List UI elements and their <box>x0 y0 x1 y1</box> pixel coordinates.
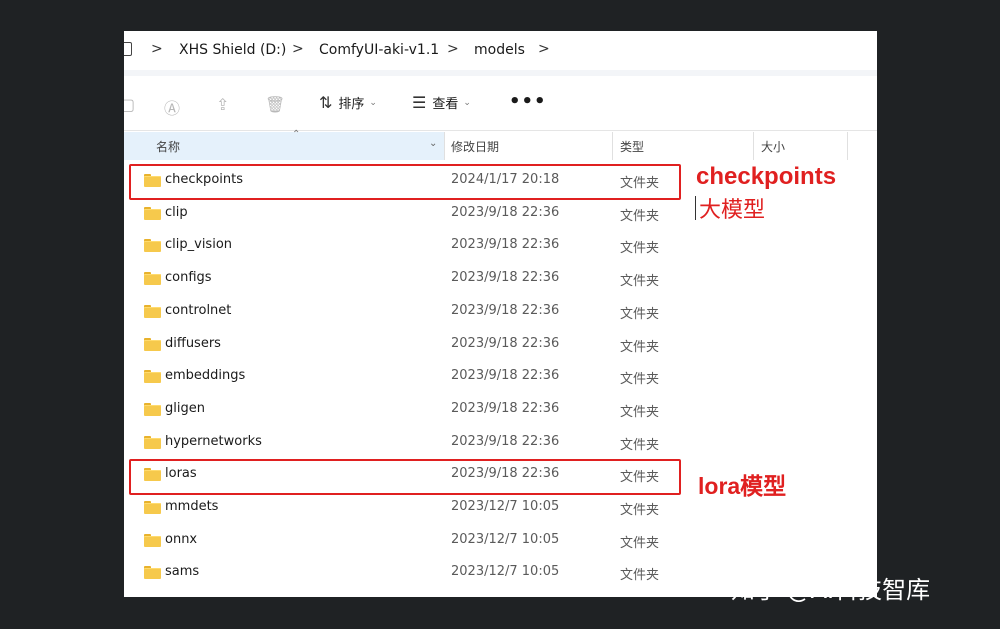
checkpoints-annotation: checkpoints <box>696 163 837 190</box>
folder-icon <box>144 272 161 286</box>
delete-icon[interactable]: 🗑 <box>265 95 285 114</box>
file-date: 2023/9/18 22:36 <box>451 433 560 449</box>
column-divider[interactable] <box>847 132 848 160</box>
file-type: 文件夹 <box>620 274 660 290</box>
column-size-label: 大小 <box>761 139 786 154</box>
folder-icon <box>144 370 161 384</box>
column-name-label: 名称 <box>156 139 181 154</box>
column-divider[interactable] <box>753 132 754 160</box>
command-bar <box>124 76 877 131</box>
checkpoints-annotation-sub: 大模型 <box>699 198 766 223</box>
file-date: 2023/12/7 10:05 <box>451 499 560 514</box>
sort-button[interactable]: ⇅ 排序 ⌄ <box>319 93 377 112</box>
address-bar[interactable]: > XHS Shield (D:) > ComfyUI-aki-v1.1 > m… <box>124 31 877 75</box>
file-explorer-window: > XHS Shield (D:) > ComfyUI-aki-v1.1 > m… <box>124 31 877 597</box>
chevron-down-icon: ⌄ <box>463 97 471 108</box>
file-date: 2023/9/18 22:36 <box>451 302 560 318</box>
folder-icon <box>144 304 161 318</box>
folder-icon <box>144 533 161 547</box>
file-row-hypernetworks[interactable]: hypernetworks 2023/9/18 22:36 文件夹 <box>124 426 877 458</box>
file-row-embeddings[interactable]: embeddings 2023/9/18 22:36 文件夹 <box>124 360 877 392</box>
file-date: 2023/9/18 22:36 <box>451 368 560 384</box>
file-type: 文件夹 <box>620 535 660 551</box>
folder-icon <box>144 566 161 580</box>
file-name: configs <box>165 270 212 286</box>
chevron-right-icon[interactable]: > <box>292 41 304 57</box>
folder-icon <box>144 239 161 253</box>
file-type: 文件夹 <box>620 404 660 420</box>
folder-icon <box>144 402 161 416</box>
column-header-row: 名称 ⌃ ⌄ 修改日期 类型 大小 <box>124 129 877 160</box>
view-label: 查看 <box>432 97 459 112</box>
column-header-date[interactable]: 修改日期 <box>451 132 499 160</box>
file-name: sams <box>165 564 200 580</box>
file-row-clip-vision[interactable]: clip_vision 2023/9/18 22:36 文件夹 <box>124 229 877 261</box>
file-date: 2023/9/18 22:36 <box>451 335 560 351</box>
loras-highlight-box <box>129 459 681 495</box>
file-row-controlnet[interactable]: controlnet 2023/9/18 22:36 文件夹 <box>124 295 877 327</box>
file-name: onnx <box>165 531 198 547</box>
sort-label: 排序 <box>338 97 365 112</box>
chevron-right-icon[interactable]: > <box>538 41 550 57</box>
file-date: 2023/12/7 10:05 <box>451 564 560 580</box>
chevron-down-icon: ⌄ <box>369 97 377 108</box>
sort-ascending-icon: ⌃ <box>292 129 301 140</box>
file-name: embeddings <box>165 368 246 384</box>
file-name: diffusers <box>165 335 221 351</box>
folder-icon <box>144 337 161 351</box>
watermark: 知乎 @AI科技智库 <box>731 576 931 604</box>
folder-icon <box>144 435 161 449</box>
more-options-button[interactable]: ••• <box>509 91 547 112</box>
file-row-onnx[interactable]: onnx 2023/12/7 10:05 文件夹 <box>124 524 877 556</box>
file-row-configs[interactable]: configs 2023/9/18 22:36 文件夹 <box>124 262 877 294</box>
file-date: 2023/12/7 10:05 <box>451 531 560 547</box>
column-header-size[interactable]: 大小 <box>761 132 785 160</box>
view-button[interactable]: ☰ 查看 ⌄ <box>412 93 471 112</box>
breadcrumb-drive[interactable]: XHS Shield (D:) <box>179 42 286 58</box>
file-date: 2023/9/18 22:36 <box>451 204 560 220</box>
file-type: 文件夹 <box>620 339 660 355</box>
column-header-name[interactable]: 名称 ⌃ ⌄ <box>124 129 444 160</box>
folder-icon <box>144 501 161 514</box>
column-divider[interactable] <box>612 132 613 160</box>
chevron-right-icon[interactable]: > <box>447 41 459 57</box>
file-type: 文件夹 <box>620 568 660 584</box>
new-icon[interactable]: ▢ <box>124 95 135 114</box>
file-type: 文件夹 <box>620 241 660 257</box>
column-date-label: 修改日期 <box>451 139 500 154</box>
chevron-down-icon[interactable]: ⌄ <box>429 138 437 149</box>
file-name: mmdets <box>165 499 219 514</box>
column-type-label: 类型 <box>620 139 645 154</box>
breadcrumb-comfyui[interactable]: ComfyUI-aki-v1.1 <box>319 42 439 58</box>
breadcrumb-models[interactable]: models <box>474 42 525 58</box>
column-divider[interactable] <box>444 132 445 160</box>
file-type: 文件夹 <box>620 437 660 453</box>
view-icon: ☰ <box>412 93 427 112</box>
file-date: 2023/9/18 22:36 <box>451 400 560 416</box>
column-header-type[interactable]: 类型 <box>620 132 644 160</box>
rename-icon[interactable]: Ⓐ <box>164 95 180 119</box>
this-pc-icon[interactable] <box>124 42 132 56</box>
file-name: gligen <box>165 400 205 416</box>
file-row-diffusers[interactable]: diffusers 2023/9/18 22:36 文件夹 <box>124 328 877 360</box>
checkpoints-highlight-box <box>129 164 681 200</box>
file-type: 文件夹 <box>620 503 660 518</box>
sort-icon: ⇅ <box>319 93 333 112</box>
file-type: 文件夹 <box>620 306 660 322</box>
file-type: 文件夹 <box>620 372 660 388</box>
file-name: controlnet <box>165 302 232 318</box>
file-name: hypernetworks <box>165 433 262 449</box>
file-row-gligen[interactable]: gligen 2023/9/18 22:36 文件夹 <box>124 393 877 425</box>
file-name: clip <box>165 204 188 220</box>
file-date: 2023/9/18 22:36 <box>451 237 560 253</box>
text-cursor <box>695 196 696 220</box>
file-date: 2023/9/18 22:36 <box>451 270 560 286</box>
file-name: clip_vision <box>165 237 233 253</box>
chevron-right-icon[interactable]: > <box>151 41 163 57</box>
share-icon[interactable]: ⇪ <box>216 95 229 114</box>
lora-annotation: lora模型 <box>698 473 787 499</box>
file-type: 文件夹 <box>620 208 660 224</box>
folder-icon <box>144 206 161 220</box>
